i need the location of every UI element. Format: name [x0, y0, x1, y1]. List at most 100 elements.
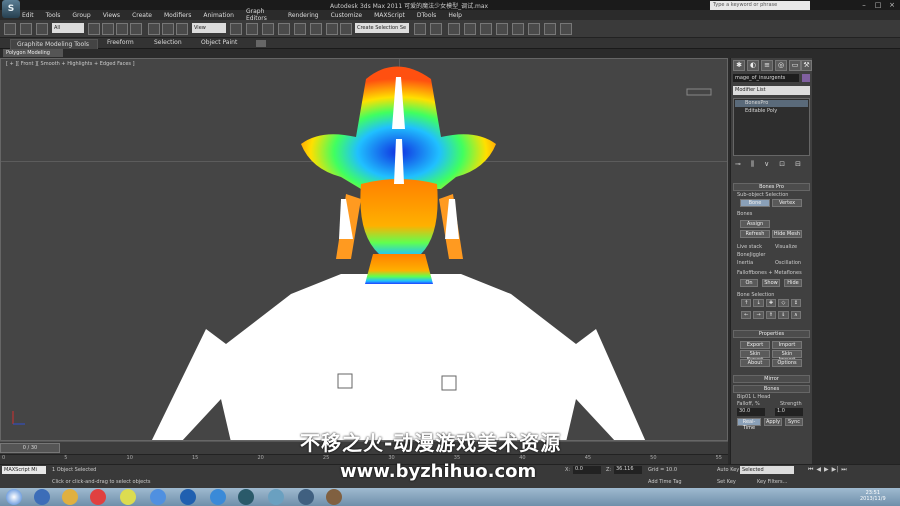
menu-views[interactable]: Views	[103, 12, 120, 19]
select-manipulate-icon[interactable]	[246, 23, 258, 35]
reference-coordinate-dropdown[interactable]: View	[192, 23, 226, 33]
skin-import-button[interactable]: Skin Import	[772, 350, 802, 363]
taskbar-3dsmax-icon[interactable]	[238, 489, 254, 505]
pin-stack-icon[interactable]: ⊸	[735, 160, 741, 170]
import-button[interactable]: Import	[772, 341, 802, 349]
graphite-toggle-icon[interactable]	[464, 23, 476, 35]
render-setup-icon[interactable]	[528, 23, 540, 35]
select-prev-icon[interactable]: ←	[741, 311, 752, 319]
tab-freeform[interactable]: Freeform	[107, 39, 134, 46]
keyboard-shortcut-icon[interactable]	[262, 23, 274, 35]
previous-frame-icon[interactable]: ◀	[816, 466, 821, 474]
key-mode-dropdown[interactable]: Selected	[740, 466, 794, 474]
play-icon[interactable]: ▶	[824, 466, 829, 474]
go-to-end-icon[interactable]: ⏭	[841, 466, 846, 474]
viewcube-icon[interactable]	[686, 88, 712, 96]
select-next-icon[interactable]: →	[753, 311, 764, 319]
menu-maxscript[interactable]: MAXScript	[374, 12, 405, 19]
sync-button[interactable]: Sync	[785, 418, 803, 426]
mirror-icon[interactable]	[414, 23, 426, 35]
hierarchy-tab-icon[interactable]: ≡	[761, 60, 773, 71]
oscillation-checkbox[interactable]: Oscillation	[775, 260, 801, 266]
create-tab-icon[interactable]: ✱	[733, 60, 745, 71]
select-by-name-icon[interactable]	[102, 23, 114, 35]
maxscript-listener[interactable]: MAXScript Mi	[2, 466, 46, 474]
stack-item-bonespro[interactable]: BonesPro	[735, 100, 808, 107]
taskbar-explorer-icon[interactable]	[62, 489, 78, 505]
hide-mesh-button[interactable]: Hide Mesh	[772, 230, 802, 238]
taskbar-window-icon[interactable]	[298, 489, 314, 505]
taskbar-folder-icon[interactable]	[268, 489, 284, 505]
search-input[interactable]: Type a keyword or phrase	[710, 1, 810, 10]
taskbar-clock[interactable]: 23:51 2013/11/9	[860, 490, 886, 502]
options-button[interactable]: Options	[772, 359, 802, 367]
menu-animation[interactable]: Animation	[203, 12, 234, 19]
rotate-icon[interactable]	[162, 23, 174, 35]
inertia-checkbox[interactable]: Inertia	[737, 260, 753, 266]
menu-dtools[interactable]: DTools	[417, 12, 436, 19]
snaps-toggle-icon[interactable]	[278, 23, 290, 35]
display-tab-icon[interactable]: ▭	[789, 60, 801, 71]
bind-space-warp-icon[interactable]	[36, 23, 48, 35]
assign-button[interactable]: Assign	[740, 220, 770, 228]
ribbon-options-icon[interactable]	[256, 40, 266, 47]
visualize-checkbox[interactable]: Visualize	[775, 244, 797, 250]
select-up-icon[interactable]: ⇑	[765, 311, 777, 319]
start-button-icon[interactable]	[6, 489, 22, 505]
on-checkbox[interactable]: On	[740, 279, 758, 287]
z-coordinate-input[interactable]: 36.116	[614, 466, 642, 474]
select-none-icon[interactable]: ◇	[778, 299, 789, 307]
strength-input[interactable]: 1.0	[775, 408, 803, 416]
angle-snap-icon[interactable]	[294, 23, 306, 35]
material-editor-icon[interactable]	[512, 23, 524, 35]
close-button[interactable]: ×	[886, 1, 898, 9]
taskbar-ie2-icon[interactable]	[210, 489, 226, 505]
taskbar-k-icon[interactable]	[180, 489, 196, 505]
about-button[interactable]: About	[740, 359, 770, 367]
taskbar-app-icon[interactable]	[150, 489, 166, 505]
percent-snap-icon[interactable]	[310, 23, 322, 35]
taskbar-media-icon[interactable]	[90, 489, 106, 505]
export-button[interactable]: Export	[740, 341, 770, 349]
unlink-icon[interactable]	[20, 23, 32, 35]
motion-tab-icon[interactable]: ◎	[775, 60, 787, 71]
rollout-bones[interactable]: Bones	[733, 385, 810, 393]
menu-modifiers[interactable]: Modifiers	[164, 12, 191, 19]
spinner-snap-icon[interactable]	[326, 23, 338, 35]
select-lock-icon[interactable]: ∧	[790, 311, 801, 319]
move-icon[interactable]	[148, 23, 160, 35]
hide-button[interactable]: Hide	[784, 279, 802, 287]
align-icon[interactable]	[430, 23, 442, 35]
tab-object-paint[interactable]: Object Paint	[201, 39, 237, 46]
falloff-input[interactable]: 30.0	[737, 408, 765, 416]
maximize-button[interactable]: □	[872, 1, 884, 9]
select-child-icon[interactable]: ↓	[753, 299, 764, 307]
auto-key-button[interactable]: Auto Key	[717, 467, 739, 473]
render-production-icon[interactable]	[560, 23, 572, 35]
refresh-button[interactable]: Refresh	[740, 230, 770, 238]
select-parent-icon[interactable]: ↑	[741, 299, 752, 307]
show-button[interactable]: Show	[762, 279, 780, 287]
taskbar-ie-icon[interactable]	[34, 489, 50, 505]
modify-tab-icon[interactable]: ◐	[747, 60, 759, 71]
tab-graphite-modeling-tools[interactable]: Graphite Modeling Tools	[10, 39, 98, 49]
menu-help[interactable]: Help	[448, 12, 462, 19]
make-unique-icon[interactable]: ∨	[764, 160, 769, 170]
live-stack-checkbox[interactable]: Live stack	[737, 244, 762, 250]
apply-button[interactable]: Apply	[764, 418, 782, 426]
edit-named-selection-icon[interactable]	[340, 23, 352, 35]
configure-sets-icon[interactable]: ⊟	[795, 160, 801, 170]
scale-icon[interactable]	[176, 23, 188, 35]
next-frame-icon[interactable]: ▶|	[832, 466, 839, 474]
viewport-label[interactable]: [ + ][ Front ][ Smooth + Highlights + Ed…	[6, 61, 135, 67]
taskbar-tool-icon[interactable]	[326, 489, 342, 505]
menu-customize[interactable]: Customize	[331, 12, 363, 19]
menu-group[interactable]: Group	[72, 12, 90, 19]
polygon-modeling-panel[interactable]: Polygon Modeling	[3, 49, 63, 57]
rollout-bonespro[interactable]: Bones Pro	[733, 183, 810, 191]
select-link-icon[interactable]	[4, 23, 16, 35]
stack-item-editable-poly[interactable]: Editable Poly	[735, 108, 808, 115]
minimize-button[interactable]: –	[858, 1, 870, 9]
character-model[interactable]	[1, 59, 728, 441]
key-filters-button[interactable]: Key Filters...	[757, 479, 787, 485]
